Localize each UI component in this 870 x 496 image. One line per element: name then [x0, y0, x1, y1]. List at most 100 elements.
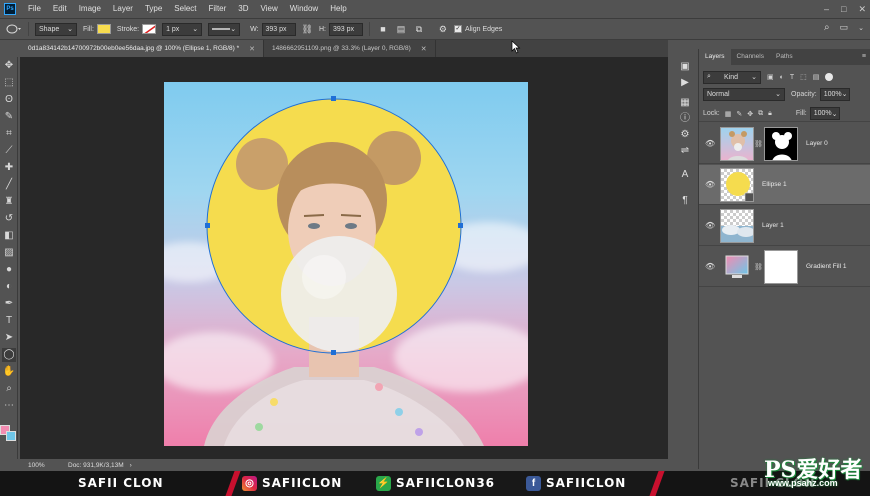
fill-field[interactable]: 100% ⌄ — [809, 107, 840, 120]
link-icon[interactable]: ⛓ — [754, 263, 763, 271]
tab-document-1[interactable]: 0d1a834142b14700972b00eb0ee56daa.jpg @ 1… — [20, 40, 265, 57]
anchor-point[interactable] — [331, 96, 336, 101]
document-canvas[interactable] — [164, 82, 528, 446]
layer-row[interactable]: 👁︎ Layer 1 — [699, 206, 870, 246]
menu-select[interactable]: Select — [168, 0, 202, 18]
stroke-type-dropdown[interactable]: ⌄ — [208, 22, 241, 36]
stroke-width-field[interactable]: 1 px ⌄ — [162, 22, 203, 36]
more-icon[interactable]: ⋯ — [2, 399, 16, 413]
lock-artboard-icon[interactable]: ⧉ — [758, 110, 763, 118]
close-icon[interactable]: ✕ — [249, 45, 255, 53]
healing-icon[interactable]: ✚ — [2, 161, 16, 175]
layer-row[interactable]: 👁︎ Ellipse 1 — [699, 165, 870, 205]
history-brush-icon[interactable]: ↺ — [2, 212, 16, 226]
lasso-icon[interactable]: ʘ — [2, 93, 16, 107]
eraser-icon[interactable]: ◧ — [2, 229, 16, 243]
search-icon[interactable]: ⌕ — [824, 22, 830, 33]
info-panel-icon[interactable]: ⓘ — [679, 113, 691, 125]
layer-row[interactable]: 👁︎ ⛓ Layer 0 — [699, 124, 870, 164]
lock-all-icon[interactable]: 🔒︎ — [768, 110, 772, 118]
menu-layer[interactable]: Layer — [107, 0, 139, 18]
layer-name[interactable]: Gradient Fill 1 — [806, 263, 846, 270]
history-panel-icon[interactable]: ▣ — [679, 61, 691, 73]
mode-dropdown[interactable]: Shape ⌄ — [35, 22, 77, 36]
anchor-point[interactable] — [205, 223, 210, 228]
stroke-swatch[interactable] — [142, 24, 157, 34]
zoom-level[interactable]: 100% — [28, 462, 68, 469]
pen-icon[interactable]: ✒ — [2, 297, 16, 311]
filter-smart-object-icon[interactable]: ▤ — [813, 73, 820, 81]
chevron-down-icon[interactable]: ⌄ — [858, 24, 864, 32]
quick-select-icon[interactable]: ✎ — [2, 110, 16, 124]
lock-pixels-icon[interactable]: ✎ — [736, 110, 742, 118]
opacity-field[interactable]: 100% ⌄ — [819, 87, 850, 101]
minimize-button[interactable]: – — [824, 4, 829, 14]
ellipse-tool-icon[interactable]: ◯ — [2, 348, 16, 362]
menu-edit[interactable]: Edit — [47, 0, 73, 18]
eyedropper-icon[interactable]: ⟋ — [2, 144, 16, 158]
path-operations-icon[interactable]: ■ — [378, 24, 388, 34]
tab-channels[interactable]: Channels — [731, 49, 770, 65]
layer-mask-thumbnail[interactable] — [764, 249, 798, 284]
blend-mode-dropdown[interactable]: Normal ⌄ — [703, 87, 785, 101]
filter-type-icon[interactable]: T — [790, 74, 794, 81]
adjustments-icon[interactable]: ⇌ — [679, 145, 691, 157]
zoom-icon[interactable]: ⌕ — [2, 382, 16, 396]
filter-adjustment-icon[interactable]: ◐ — [780, 74, 784, 81]
crop-icon[interactable]: ⌗ — [2, 127, 16, 141]
link-dimensions-icon[interactable]: ⛓ — [302, 24, 313, 35]
filter-pixel-icon[interactable]: ▣ — [767, 73, 774, 81]
align-edges-checkbox[interactable]: ✓ Align Edges — [453, 25, 502, 33]
eye-icon[interactable]: 👁︎ — [705, 221, 715, 230]
lock-transparent-icon[interactable]: ▦ — [725, 110, 732, 118]
menu-filter[interactable]: Filter — [203, 0, 233, 18]
tab-layers[interactable]: Layers — [699, 49, 731, 65]
dodge-icon[interactable]: ◐ — [2, 280, 16, 294]
brush-settings-icon[interactable]: ⚙ — [679, 129, 691, 141]
stamp-icon[interactable]: ♜ — [2, 195, 16, 209]
character-panel-icon[interactable]: A — [679, 169, 691, 181]
path-arrangement-icon[interactable]: ⧉ — [414, 24, 424, 34]
filter-toggle-icon[interactable] — [825, 73, 834, 81]
tab-document-2[interactable]: 1486662951109.png @ 33.3% (Layer 0, RGB/… — [264, 40, 436, 57]
gradient-icon[interactable]: ▨ — [2, 246, 16, 260]
layer-name[interactable]: Ellipse 1 — [762, 181, 787, 188]
marquee-icon[interactable]: ⬚ — [2, 76, 16, 90]
properties-panel-icon[interactable]: ▦ — [679, 97, 691, 109]
background-color-swatch[interactable] — [6, 431, 16, 441]
panel-menu-icon[interactable]: ≡ — [862, 49, 866, 65]
actions-play-icon[interactable]: ▶ — [679, 77, 691, 89]
filter-shape-icon[interactable]: ⬚ — [800, 73, 807, 81]
anchor-point[interactable] — [331, 350, 336, 355]
chevron-right-icon[interactable]: › — [130, 462, 132, 469]
menu-file[interactable]: File — [22, 0, 47, 18]
layer-name[interactable]: Layer 1 — [762, 222, 784, 229]
eye-icon[interactable]: 👁︎ — [705, 139, 715, 148]
menu-type[interactable]: Type — [139, 0, 168, 18]
menu-window[interactable]: Window — [284, 0, 324, 18]
width-field[interactable]: 393 px — [261, 22, 296, 36]
gear-icon[interactable]: ⚙ — [438, 24, 448, 34]
close-icon[interactable]: ✕ — [421, 45, 427, 53]
menu-view[interactable]: View — [255, 0, 284, 18]
paragraph-panel-icon[interactable]: ¶ — [679, 195, 691, 207]
path-select-icon[interactable]: ➤ — [2, 331, 16, 345]
eye-icon[interactable]: 👁︎ — [705, 180, 715, 189]
menu-help[interactable]: Help — [324, 0, 352, 18]
blur-icon[interactable]: ● — [2, 263, 16, 277]
brush-icon[interactable]: ╱ — [2, 178, 16, 192]
path-alignment-icon[interactable]: ▤ — [396, 24, 406, 34]
layer-mask-thumbnail[interactable] — [764, 126, 798, 161]
tool-preset-picker[interactable] — [6, 23, 22, 35]
link-icon[interactable]: ⛓ — [754, 140, 763, 148]
layer-filter-dropdown[interactable]: ⌕ Kind ⌄ — [703, 70, 761, 84]
fill-swatch[interactable] — [96, 24, 111, 34]
layer-row[interactable]: 👁︎ ⛓ Gradient Fill 1 — [699, 247, 870, 287]
close-window-button[interactable]: ✕ — [858, 4, 866, 15]
layer-name[interactable]: Layer 0 — [806, 140, 828, 147]
anchor-point[interactable] — [458, 223, 463, 228]
height-field[interactable]: 393 px — [328, 22, 363, 36]
menu-3d[interactable]: 3D — [232, 0, 254, 18]
tab-paths[interactable]: Paths — [770, 49, 799, 65]
type-icon[interactable]: T — [2, 314, 16, 328]
